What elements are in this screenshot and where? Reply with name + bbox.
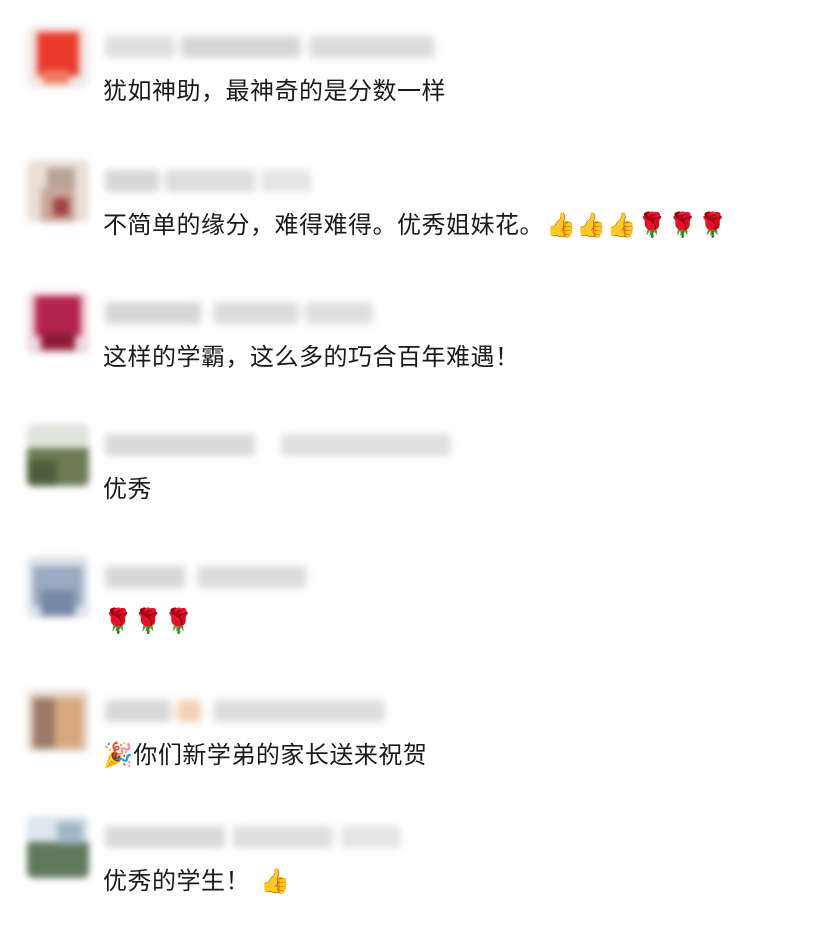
thumbs-up-emoji: 👍 — [260, 867, 291, 895]
avatar[interactable] — [27, 690, 89, 752]
comment-item: 这样的学霸，这么多的巧合百年难遇！ — [0, 292, 828, 422]
comment-text: 犹如神助，最神奇的是分数一样 — [103, 77, 446, 105]
comment-text: 优秀的学生！ 👍 — [103, 866, 290, 896]
comment-item: 优秀的学生！ 👍 — [0, 816, 828, 946]
comment-text-body: 优秀的学生！ — [103, 867, 250, 895]
avatar[interactable] — [27, 424, 89, 486]
comment-item: 犹如神助，最神奇的是分数一样 — [0, 26, 828, 156]
comment-text: 这样的学霸，这么多的巧合百年难遇！ — [103, 343, 520, 371]
avatar[interactable] — [27, 26, 89, 88]
comment-text: 🌹🌹🌹 — [103, 606, 194, 636]
comment-text-body: 你们新学弟的家长送来祝贺 — [133, 741, 428, 769]
comment-item: 不简单的缘分，难得难得。优秀姐妹花。👍👍👍🌹🌹🌹 — [0, 160, 828, 290]
thumbs-up-rose-emoji: 👍👍👍🌹🌹🌹 — [546, 211, 729, 239]
avatar[interactable] — [27, 160, 89, 222]
avatar[interactable] — [27, 292, 89, 354]
rose-emoji: 🌹🌹🌹 — [103, 607, 195, 635]
comment-text-body: 不简单的缘分，难得难得。优秀姐妹花。 — [103, 211, 544, 239]
party-popper-emoji: 🎉 — [103, 741, 134, 769]
comment-item: 优秀 — [0, 424, 828, 554]
comment-text: 优秀 — [103, 475, 152, 503]
avatar[interactable] — [27, 816, 89, 878]
comment-item: 🌹🌹🌹 — [0, 556, 828, 686]
comment-text: 🎉你们新学弟的家长送来祝贺 — [103, 740, 427, 770]
comment-text: 不简单的缘分，难得难得。优秀姐妹花。👍👍👍🌹🌹🌹 — [103, 210, 728, 240]
avatar[interactable] — [27, 556, 89, 618]
comment-item: 🎉你们新学弟的家长送来祝贺 — [0, 690, 828, 820]
